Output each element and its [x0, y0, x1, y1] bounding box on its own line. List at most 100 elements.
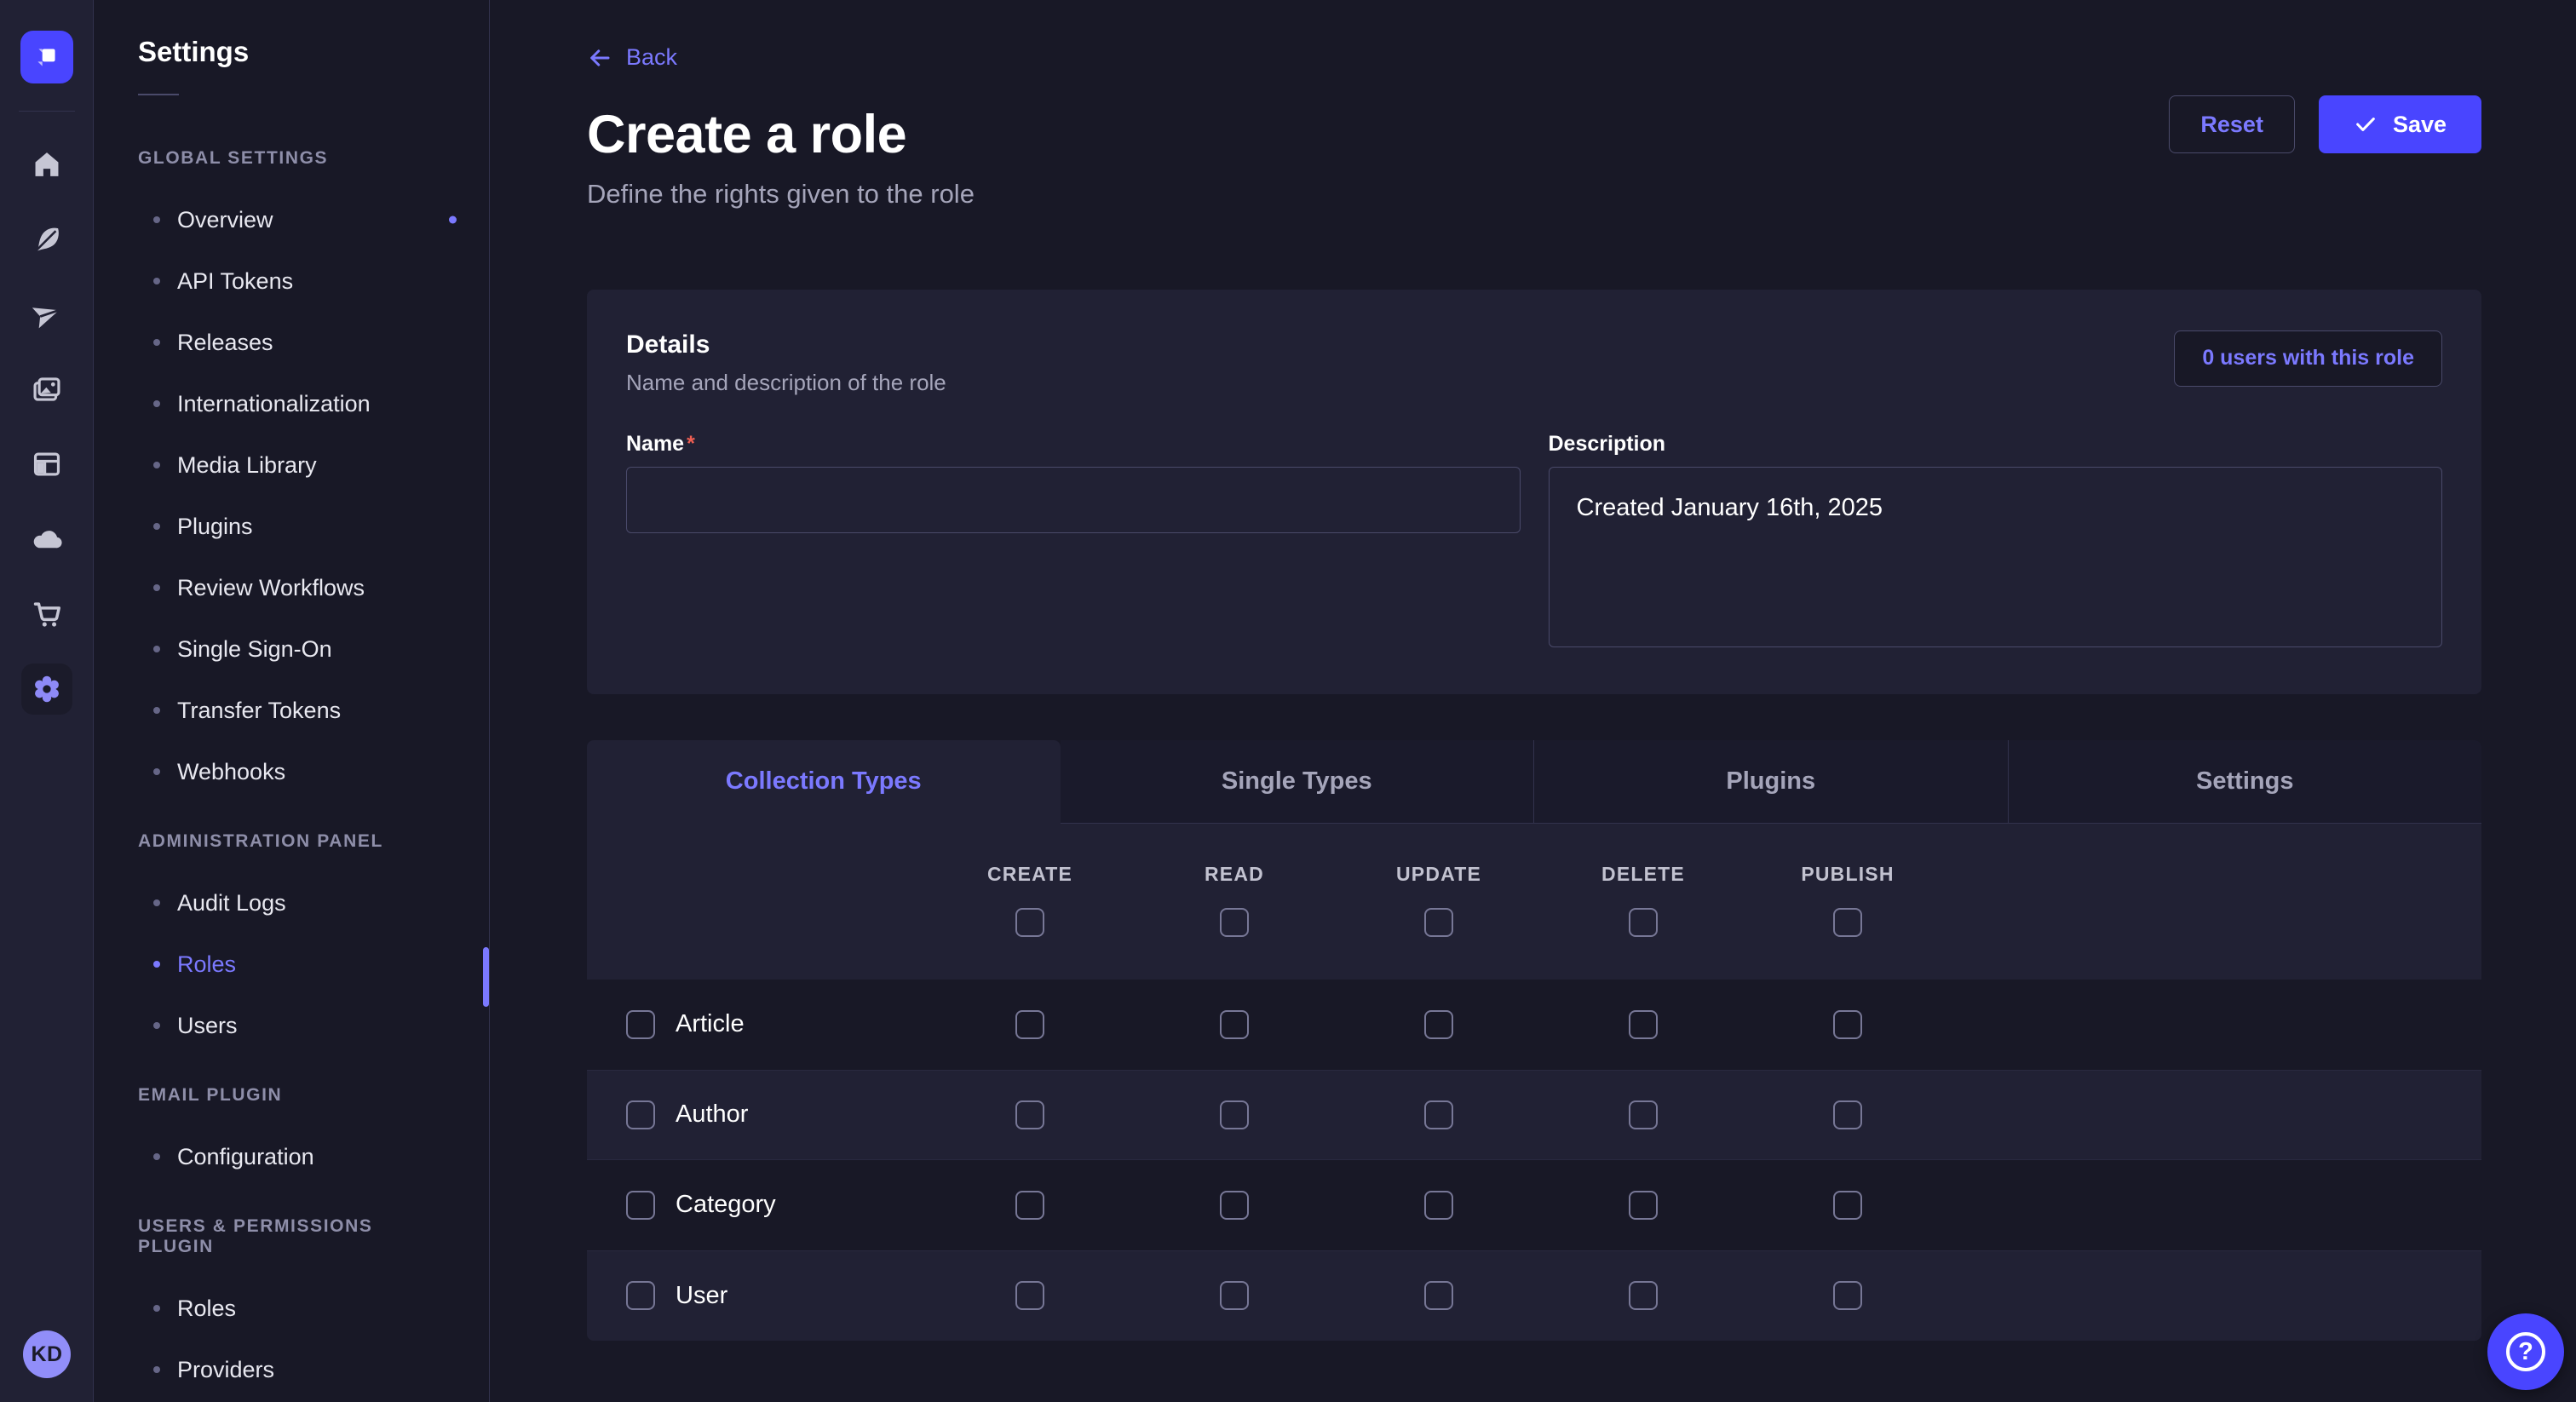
notification-dot: [449, 216, 457, 224]
table-row-author: Author: [587, 1070, 2481, 1160]
users-permissions-list: Roles Providers: [94, 1278, 489, 1400]
email-plugin-list: Configuration: [94, 1126, 489, 1187]
description-textarea[interactable]: Created January 16th, 2025: [1549, 467, 2443, 647]
checkbox-user-delete[interactable]: [1629, 1281, 1658, 1310]
sidebar-item-internationalization[interactable]: Internationalization: [94, 373, 489, 434]
checkbox-author-read[interactable]: [1220, 1100, 1249, 1129]
gear-icon: [31, 673, 63, 705]
checkbox-all-update[interactable]: [1424, 908, 1453, 937]
bullet-icon: [153, 400, 160, 407]
checkbox-category-read[interactable]: [1220, 1191, 1249, 1220]
permissions-panel: CREATE READ UPDATE DELETE PUBLISH: [587, 824, 2481, 1341]
checkbox-all-delete[interactable]: [1629, 908, 1658, 937]
sidebar-item-roles-admin[interactable]: Roles: [94, 934, 489, 995]
checkbox-user-all[interactable]: [626, 1281, 655, 1310]
checkbox-user-update[interactable]: [1424, 1281, 1453, 1310]
select-all-row: [587, 908, 2481, 980]
nav-marketplace[interactable]: [0, 577, 94, 652]
checkbox-category-publish[interactable]: [1833, 1191, 1862, 1220]
tab-settings[interactable]: Settings: [2008, 740, 2482, 824]
tab-plugins[interactable]: Plugins: [1533, 740, 2008, 824]
section-users-permissions-plugin: USERS & PERMISSIONS PLUGIN: [138, 1216, 445, 1257]
user-avatar[interactable]: KD: [23, 1330, 71, 1378]
checkbox-user-publish[interactable]: [1833, 1281, 1862, 1310]
help-button[interactable]: ?: [2487, 1313, 2564, 1390]
reset-button[interactable]: Reset: [2169, 95, 2295, 153]
checkbox-category-delete[interactable]: [1629, 1191, 1658, 1220]
gear-icon-background: [21, 664, 72, 715]
checkbox-user-read[interactable]: [1220, 1281, 1249, 1310]
sidebar-item-api-tokens[interactable]: API Tokens: [94, 250, 489, 312]
row-label: User: [676, 1282, 727, 1310]
strapi-logo[interactable]: [20, 31, 73, 83]
users-with-role-button[interactable]: 0 users with this role: [2174, 330, 2442, 387]
sidebar-item-releases[interactable]: Releases: [94, 312, 489, 373]
nav-content-manager[interactable]: [0, 202, 94, 277]
checkbox-article-publish[interactable]: [1833, 1010, 1862, 1039]
permissions-tabs: Collection Types Single Types Plugins Se…: [587, 740, 2481, 824]
page-subtitle: Define the rights given to the role: [587, 179, 2481, 210]
checkbox-all-publish[interactable]: [1833, 908, 1862, 937]
strapi-logo-mark: [32, 43, 61, 72]
nav-media-library[interactable]: [0, 352, 94, 427]
layout-icon: [31, 448, 63, 480]
sidebar-item-plugins[interactable]: Plugins: [94, 496, 489, 557]
back-link[interactable]: Back: [587, 44, 677, 71]
sidebar-item-transfer-tokens[interactable]: Transfer Tokens: [94, 680, 489, 741]
checkbox-category-create[interactable]: [1015, 1191, 1044, 1220]
checkbox-author-all[interactable]: [626, 1100, 655, 1129]
save-button[interactable]: Save: [2319, 95, 2481, 153]
checkbox-author-update[interactable]: [1424, 1100, 1453, 1129]
sidebar-item-audit-logs[interactable]: Audit Logs: [94, 872, 489, 934]
bullet-icon: [153, 899, 160, 906]
checkbox-all-create[interactable]: [1015, 908, 1044, 937]
tab-collection-types[interactable]: Collection Types: [587, 740, 1061, 824]
name-label: Name*: [626, 432, 695, 456]
name-input[interactable]: [626, 467, 1521, 533]
nav-deploy[interactable]: [0, 502, 94, 577]
media-library-icon: [31, 373, 63, 405]
checkbox-article-update[interactable]: [1424, 1010, 1453, 1039]
checkbox-author-delete[interactable]: [1629, 1100, 1658, 1129]
sidebar-item-configuration[interactable]: Configuration: [94, 1126, 489, 1187]
nav-content-type-builder[interactable]: [0, 427, 94, 502]
tab-single-types[interactable]: Single Types: [1061, 740, 1534, 824]
checkbox-article-delete[interactable]: [1629, 1010, 1658, 1039]
sidebar-item-overview[interactable]: Overview: [94, 189, 489, 250]
checkbox-category-all[interactable]: [626, 1191, 655, 1220]
permissions-card: Collection Types Single Types Plugins Se…: [587, 740, 2481, 1341]
required-mark: *: [687, 432, 695, 456]
sidebar-title: Settings: [138, 36, 489, 68]
checkbox-article-all[interactable]: [626, 1010, 655, 1039]
column-header-create: CREATE: [928, 863, 1132, 886]
bullet-icon: [153, 961, 160, 968]
sidebar-item-single-sign-on[interactable]: Single Sign-On: [94, 618, 489, 680]
row-label: Category: [676, 1191, 776, 1219]
nav-settings[interactable]: [0, 652, 94, 727]
sidebar-item-review-workflows[interactable]: Review Workflows: [94, 557, 489, 618]
question-mark-icon: ?: [2506, 1332, 2545, 1371]
sidebar-item-media-library[interactable]: Media Library: [94, 434, 489, 496]
column-header-update: UPDATE: [1337, 863, 1541, 886]
checkbox-article-create[interactable]: [1015, 1010, 1044, 1039]
cart-icon: [31, 598, 63, 630]
bullet-icon: [153, 278, 160, 284]
checkbox-all-read[interactable]: [1220, 908, 1249, 937]
header-actions: Reset Save: [2169, 95, 2481, 153]
nav-releases[interactable]: [0, 277, 94, 352]
checkbox-user-create[interactable]: [1015, 1281, 1044, 1310]
nav-home[interactable]: [0, 127, 94, 202]
cloud-icon: [31, 523, 63, 555]
sidebar-item-webhooks[interactable]: Webhooks: [94, 741, 489, 802]
sidebar-item-providers[interactable]: Providers: [94, 1339, 489, 1400]
details-subtitle: Name and description of the role: [626, 370, 946, 396]
arrow-left-icon: [587, 45, 612, 71]
sidebar-item-users[interactable]: Users: [94, 995, 489, 1056]
checkbox-category-update[interactable]: [1424, 1191, 1453, 1220]
checkbox-author-create[interactable]: [1015, 1100, 1044, 1129]
checkbox-author-publish[interactable]: [1833, 1100, 1862, 1129]
name-field-group: Name*: [626, 432, 1521, 533]
checkbox-article-read[interactable]: [1220, 1010, 1249, 1039]
sidebar-item-roles-up[interactable]: Roles: [94, 1278, 489, 1339]
table-row-article: Article: [587, 980, 2481, 1070]
